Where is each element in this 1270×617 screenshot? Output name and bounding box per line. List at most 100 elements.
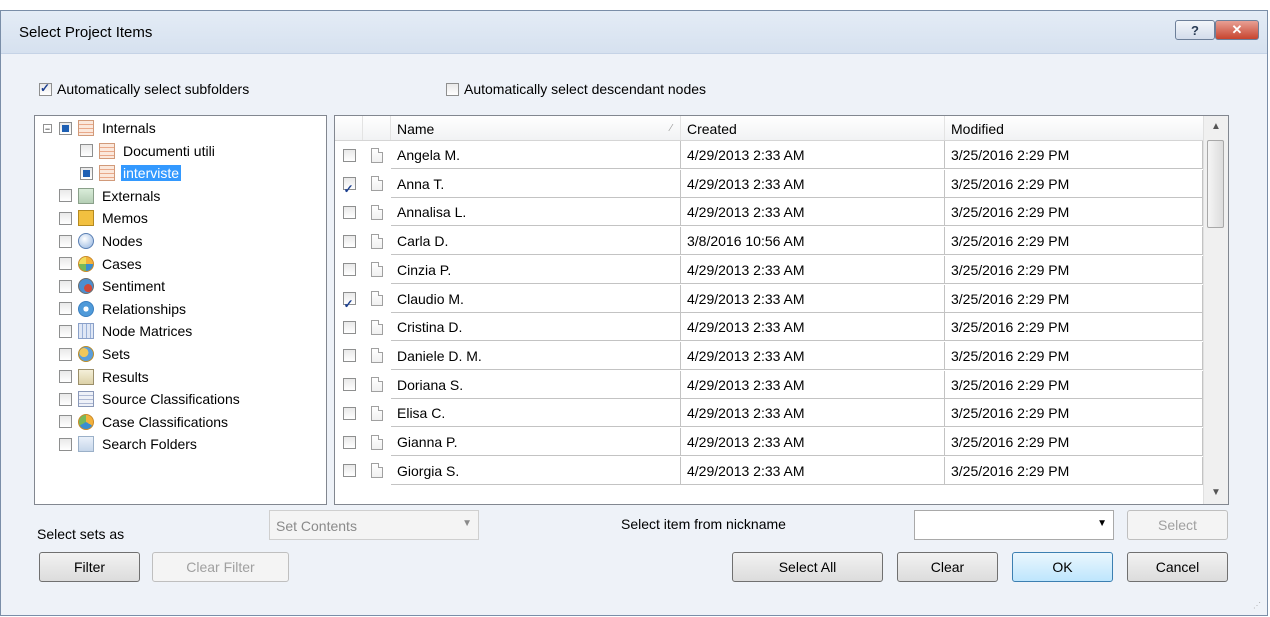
tree-item-label: Relationships: [102, 300, 187, 317]
table-row[interactable]: Daniele D. M. 4/29/2013 2:33 AM 3/25/2016 …: [335, 341, 1203, 370]
header-created[interactable]: Created: [681, 116, 945, 140]
table-row[interactable]: Gianna P. 4/29/2013 2:33 AM 3/25/2016 2:29…: [335, 428, 1203, 456]
tree-item-checkbox[interactable]: [80, 166, 93, 180]
ok-button[interactable]: OK: [1012, 552, 1113, 582]
tree-item[interactable]: Node Matrices: [43, 321, 194, 341]
tree-item-checkbox[interactable]: [59, 324, 72, 338]
row-checkbox[interactable]: [342, 290, 356, 313]
tree-item[interactable]: Source Classifications: [43, 389, 242, 409]
tree-item[interactable]: − Internals: [43, 118, 158, 138]
cell-name: Claudio M.: [391, 284, 681, 313]
tree-item-label: interviste: [121, 165, 182, 182]
row-checkbox[interactable]: [342, 175, 356, 198]
table-row[interactable]: Giorgia S. 4/29/2013 2:33 AM 3/25/2016 2:2…: [335, 456, 1203, 485]
tree-item-checkbox[interactable]: [59, 392, 72, 406]
internals-folder-icon: [78, 120, 94, 136]
items-grid[interactable]: Name ⁄ Created Modified Angela M. 4/29/20…: [334, 115, 1229, 505]
tree-item-checkbox[interactable]: [59, 302, 72, 316]
table-row[interactable]: Claudio M.4/29/2013 2:33 AM3/25/2016 2:2…: [335, 284, 1203, 313]
auto-select-descendants-checkbox[interactable]: [446, 82, 459, 96]
row-checkbox[interactable]: [342, 435, 356, 449]
tree-item-checkbox[interactable]: [59, 437, 72, 451]
tree-item-checkbox[interactable]: [80, 144, 93, 158]
close-button[interactable]: ✕: [1215, 20, 1259, 40]
tree-item[interactable]: Memos: [43, 208, 150, 228]
select-project-items-dialog: Select Project Items ? ✕ Automatically s…: [0, 10, 1268, 616]
table-row[interactable]: Cristina D. 4/29/2013 2:33 AM 3/25/2016 2:…: [335, 313, 1203, 342]
auto-select-descendants-option[interactable]: Automatically select descendant nodes: [446, 81, 706, 97]
tree-item[interactable]: Cases: [43, 254, 144, 274]
auto-select-subfolders-checkbox[interactable]: [39, 81, 52, 96]
vertical-scrollbar[interactable]: ▲ ▼: [1203, 116, 1228, 504]
tree-item[interactable]: Case Classifications: [43, 412, 230, 432]
row-checkbox[interactable]: [342, 234, 356, 248]
row-icon-cell: [363, 457, 391, 485]
collapse-icon[interactable]: −: [43, 123, 52, 133]
auto-select-subfolders-option[interactable]: Automatically select subfolders: [39, 81, 249, 97]
scroll-down-icon[interactable]: ▼: [1204, 482, 1228, 504]
tree-item-label: Case Classifications: [102, 413, 229, 430]
tree-item-checkbox[interactable]: [59, 189, 72, 203]
document-icon: [371, 233, 383, 249]
select-sets-combo[interactable]: Set Contents ▼: [269, 510, 479, 540]
row-checkbox[interactable]: [342, 464, 356, 478]
resize-grip-icon[interactable]: ⋰: [1253, 601, 1263, 611]
select-all-button[interactable]: Select All: [732, 552, 883, 582]
tree-item[interactable]: Search Folders: [43, 434, 199, 454]
document-icon: [371, 176, 383, 192]
document-icon: [371, 204, 383, 220]
nickname-combo[interactable]: ▼: [914, 510, 1114, 540]
scroll-up-icon[interactable]: ▲: [1204, 116, 1228, 138]
table-row[interactable]: Cinzia P. 4/29/2013 2:33 AM 3/25/2016 2:29…: [335, 255, 1203, 284]
tree-item-checkbox[interactable]: [59, 211, 72, 225]
row-checkbox[interactable]: [342, 349, 356, 363]
table-row[interactable]: Angela M. 4/29/2013 2:33 AM 3/25/2016 2:29…: [335, 141, 1203, 169]
table-row[interactable]: Carla D. 3/8/2016 10:56 AM 3/25/2016 2:29 …: [335, 227, 1203, 256]
select-button[interactable]: Select: [1127, 510, 1228, 540]
table-row[interactable]: Anna T.4/29/2013 2:33 AM3/25/2016 2:29 P…: [335, 169, 1203, 198]
tree-item[interactable]: Externals: [43, 186, 162, 206]
help-button[interactable]: ?: [1175, 20, 1215, 40]
row-checkbox-cell: [335, 227, 363, 255]
table-row[interactable]: Doriana S. 4/29/2013 2:33 AM 3/25/2016 2:2…: [335, 370, 1203, 399]
project-tree[interactable]: − Internals Documenti utili interviste Exter…: [34, 115, 327, 505]
tree-item-checkbox[interactable]: [59, 415, 72, 429]
row-checkbox-cell: [335, 285, 363, 313]
cell-name: Gianna P.: [391, 428, 681, 456]
table-row[interactable]: Elisa C. 4/29/2013 2:33 AM 3/25/2016 2:29 …: [335, 399, 1203, 428]
tree-item[interactable]: Sentiment: [43, 276, 167, 296]
tree-item-checkbox[interactable]: [59, 121, 72, 135]
search-folder-icon: [78, 436, 94, 453]
tree-item-checkbox[interactable]: [59, 234, 72, 248]
row-checkbox[interactable]: [342, 378, 356, 392]
tree-item-checkbox[interactable]: [59, 257, 72, 271]
tree-item[interactable]: Results: [43, 367, 151, 387]
document-icon: [371, 291, 383, 306]
cancel-button[interactable]: Cancel: [1127, 552, 1228, 582]
tree-item[interactable]: Sets: [43, 344, 132, 364]
tree-item-checkbox[interactable]: [59, 347, 72, 361]
row-checkbox-cell: [335, 141, 363, 169]
clear-button[interactable]: Clear: [897, 552, 998, 582]
row-checkbox[interactable]: [342, 320, 356, 334]
table-row[interactable]: Annalisa L. 4/29/2013 2:33 AM 3/25/2016 2:…: [335, 198, 1203, 227]
row-checkbox[interactable]: [342, 205, 356, 219]
scroll-thumb[interactable]: [1207, 140, 1224, 228]
tree-item[interactable]: Nodes: [43, 231, 144, 251]
tree-item-checkbox[interactable]: [59, 370, 72, 384]
row-checkbox[interactable]: [342, 148, 356, 162]
tree-item[interactable]: interviste: [80, 163, 182, 183]
grid-header: Name ⁄ Created Modified: [335, 116, 1203, 141]
header-name-label: Name: [397, 121, 435, 137]
tree-item-checkbox[interactable]: [59, 279, 72, 293]
header-created-label: Created: [687, 121, 737, 137]
tree-item[interactable]: Relationships: [43, 299, 188, 319]
row-checkbox[interactable]: [342, 263, 356, 277]
header-modified[interactable]: Modified: [945, 116, 1203, 140]
clear-filter-button[interactable]: Clear Filter: [152, 552, 289, 582]
cell-modified: 3/25/2016 2:29 PM: [945, 370, 1203, 399]
filter-button[interactable]: Filter: [39, 552, 140, 582]
tree-item[interactable]: Documenti utili: [80, 141, 217, 161]
header-name[interactable]: Name ⁄: [391, 116, 681, 140]
row-checkbox[interactable]: [342, 406, 356, 420]
